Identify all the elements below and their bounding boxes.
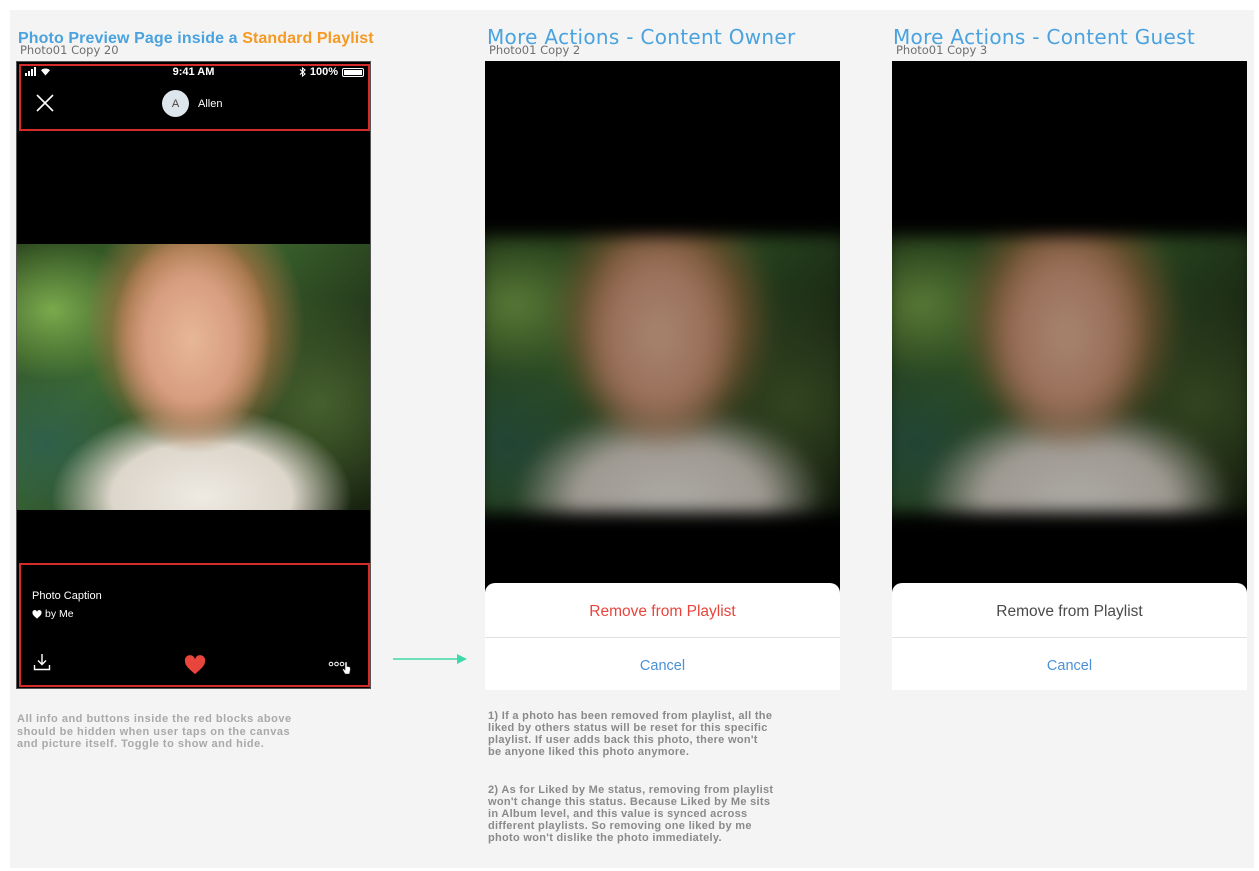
note-line: 2) As for Liked by Me status, removing f…	[488, 784, 774, 796]
photo-image-blurred	[892, 235, 1247, 513]
note-remove-playlist: 1) If a photo has been removed from play…	[488, 710, 772, 758]
note-hide-controls: All info and buttons inside the red bloc…	[17, 713, 292, 751]
close-icon[interactable]	[35, 93, 55, 113]
heading-highlight: Standard Playlist	[242, 30, 374, 47]
phone-content-owner: Remove from Playlist Cancel	[485, 61, 840, 690]
remove-from-playlist-button[interactable]: Remove from Playlist	[485, 603, 840, 621]
note-line: 1) If a photo has been removed from play…	[488, 710, 773, 722]
action-sheet-guest: Remove from Playlist Cancel	[892, 583, 1247, 690]
top-controls-block	[19, 64, 370, 131]
artboard-label-guest: Photo01 Copy 3	[896, 43, 988, 57]
note-line: in Album level, and this value is synced…	[488, 808, 748, 820]
flow-arrow	[393, 654, 467, 664]
note-line: All info and buttons inside the red bloc…	[17, 713, 292, 725]
heart-small-icon	[32, 609, 42, 619]
sheet-divider	[892, 637, 1247, 638]
avatar[interactable]: A	[162, 90, 189, 117]
liked-by-text: by Me	[45, 608, 74, 620]
note-line: and picture itself. Toggle to show and h…	[17, 738, 265, 750]
note-line: be anyone liked this photo anymore.	[488, 746, 690, 758]
more-actions-icon[interactable]	[328, 656, 358, 678]
artboard-label-preview: Photo01 Copy 20	[20, 43, 119, 57]
action-sheet-owner: Remove from Playlist Cancel	[485, 583, 840, 690]
artboard-label-owner: Photo01 Copy 2	[489, 43, 581, 57]
remove-from-playlist-button[interactable]: Remove from Playlist	[892, 603, 1247, 621]
liked-status: by Me	[32, 608, 74, 620]
note-line: different playlists. So removing one lik…	[488, 820, 752, 832]
cancel-button[interactable]: Cancel	[892, 658, 1247, 674]
cancel-button[interactable]: Cancel	[485, 658, 840, 674]
phone-photo-preview: 9:41 AM 100% A Allen Photo Caption by Me	[16, 61, 371, 689]
photo-image[interactable]	[17, 244, 370, 510]
photo-caption: Photo Caption	[32, 590, 102, 602]
download-icon[interactable]	[33, 653, 51, 671]
like-heart-icon[interactable]	[184, 655, 206, 675]
sheet-divider	[485, 637, 840, 638]
user-name[interactable]: Allen	[198, 98, 222, 110]
note-line: should be hidden when user taps on the c…	[17, 725, 291, 738]
note-line: playlist. If user adds back this photo, …	[488, 734, 758, 746]
phone-content-guest: Remove from Playlist Cancel	[892, 61, 1247, 690]
note-line: won't change this status. Because Liked …	[488, 796, 771, 808]
note-line: liked by others status will be reset for…	[488, 722, 768, 734]
note-line: photo won't dislike the photo immediatel…	[488, 832, 722, 844]
note-liked-by-me: 2) As for Liked by Me status, removing f…	[488, 784, 773, 844]
photo-image-blurred	[485, 235, 840, 513]
